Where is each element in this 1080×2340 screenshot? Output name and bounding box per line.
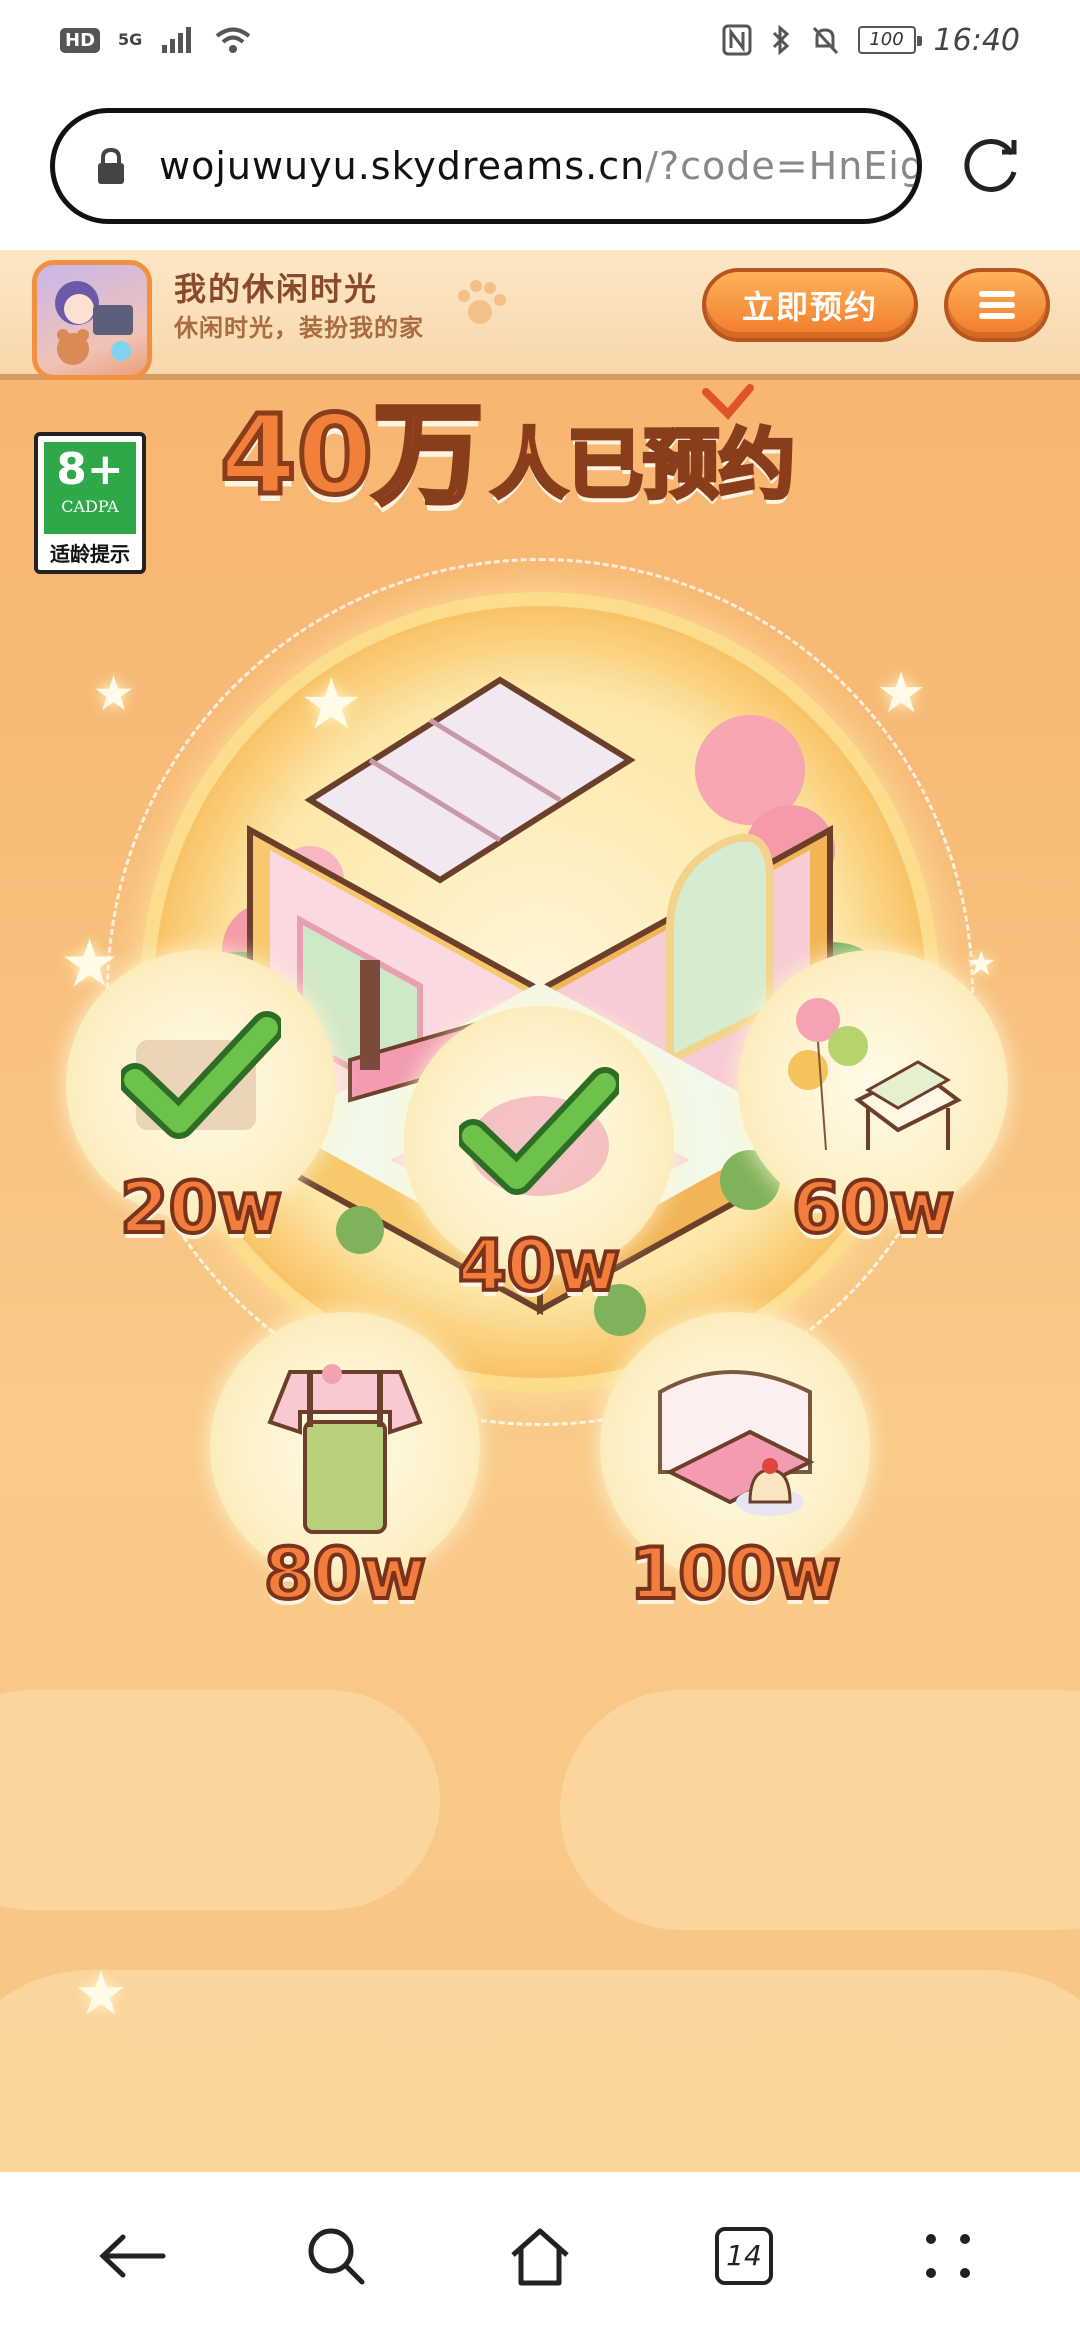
tab-count: 14 <box>715 2227 773 2285</box>
reward-100w[interactable]: 100w <box>600 1312 870 1616</box>
url-text: wojuwuyu.skydreams.cn/?code=HnEigUcl <box>159 144 917 188</box>
search-icon <box>308 2228 365 2285</box>
balloon-chair-icon <box>788 998 962 1151</box>
age-rating-badge: 8+ CADPA 适龄提示 <box>34 432 146 574</box>
clock: 16:40 <box>933 22 1020 58</box>
wifi-icon <box>216 27 251 53</box>
nav-search[interactable] <box>291 2211 381 2301</box>
address-bar[interactable]: wojuwuyu.skydreams.cn/?code=HnEigUcl <box>50 108 922 224</box>
background-cloud <box>0 1970 1080 2172</box>
app-title: 我的休闲时光 <box>174 270 379 308</box>
sparkle-icon: ★ <box>60 925 120 1002</box>
sparkle-icon: ★ <box>92 666 136 722</box>
counter-text: 人已预约 <box>489 418 797 511</box>
nav-tabs[interactable]: 14 <box>699 2211 789 2301</box>
sparkle-icon: ★ <box>966 944 997 984</box>
status-bar: HD 5G 100 16:40 <box>0 0 1080 80</box>
sparkle-icon: ★ <box>300 663 363 745</box>
age-rating-panel: 8+ CADPA <box>44 442 136 534</box>
sparkle-icon: ★ <box>74 1959 128 2029</box>
age-rating-number: 8+ <box>56 444 124 495</box>
mute-bell-icon <box>812 26 838 55</box>
checkmark-icon <box>459 1067 619 1195</box>
lock-icon <box>98 147 124 184</box>
status-right: 100 16:40 <box>722 23 1020 58</box>
site-header: 我的休闲时光 休闲时光，装扮我的家 立即预约 <box>0 250 1080 380</box>
app-logo-art <box>55 281 133 365</box>
age-rating-org: CADPA <box>61 497 119 516</box>
checkmark-icon <box>121 1011 281 1139</box>
url-host: wojuwuyu.skydreams.cn <box>159 144 646 188</box>
nav-back[interactable] <box>87 2211 177 2301</box>
more-dots-icon <box>926 2234 970 2278</box>
app-logo[interactable] <box>32 260 152 380</box>
background-cloud <box>0 1690 440 1910</box>
browser-toolbar: wojuwuyu.skydreams.cn/?code=HnEigUcl <box>0 80 1080 250</box>
reserve-now-button[interactable]: 立即预约 <box>702 268 918 342</box>
reward-20w[interactable]: 20w <box>66 950 336 1250</box>
home-icon <box>511 2228 569 2286</box>
url-path: /?code=HnEigUcl <box>645 144 917 188</box>
reward-40w[interactable]: 40w <box>404 1006 674 1308</box>
paw-icon <box>458 280 506 324</box>
background-cloud <box>560 1690 1080 1930</box>
reward-80w[interactable]: 80w <box>210 1312 480 1616</box>
counter-number: 40万 <box>217 391 485 519</box>
reload-icon[interactable] <box>956 130 1026 200</box>
reward-label: 80w <box>262 1532 428 1616</box>
browser-nav-bar: 14 <box>0 2172 1080 2340</box>
back-arrow-icon <box>99 2234 166 2278</box>
overalls-icon <box>267 1364 423 1534</box>
menu-button[interactable] <box>944 268 1050 342</box>
reservation-counter: 40万 人已预约 <box>217 390 797 519</box>
reward-60w[interactable]: 60w <box>738 950 1008 1250</box>
hamburger-icon <box>979 291 1015 319</box>
web-page: 我的休闲时光 休闲时光，装扮我的家 立即预约 8+ CADPA 适龄提示 40万… <box>0 250 1080 2172</box>
nfc-icon <box>722 24 752 56</box>
reward-label: 100w <box>628 1532 843 1616</box>
status-left: HD 5G <box>60 25 252 55</box>
network-type: 5G <box>118 30 143 49</box>
bed-pudding-icon <box>658 1370 815 1516</box>
bluetooth-icon <box>772 24 789 56</box>
battery-indicator: 100 <box>857 26 922 54</box>
nav-more[interactable] <box>903 2211 993 2301</box>
age-rating-label: 适龄提示 <box>50 542 130 566</box>
reward-label: 60w <box>790 1166 956 1250</box>
sparkle-icon: ★ <box>876 661 927 726</box>
hd-badge: HD <box>60 27 101 53</box>
reward-label: 20w <box>118 1166 284 1250</box>
reward-label: 40w <box>456 1224 622 1308</box>
nav-home[interactable] <box>495 2211 585 2301</box>
app-subtitle: 休闲时光，装扮我的家 <box>174 314 424 342</box>
signal-icon <box>162 27 192 53</box>
